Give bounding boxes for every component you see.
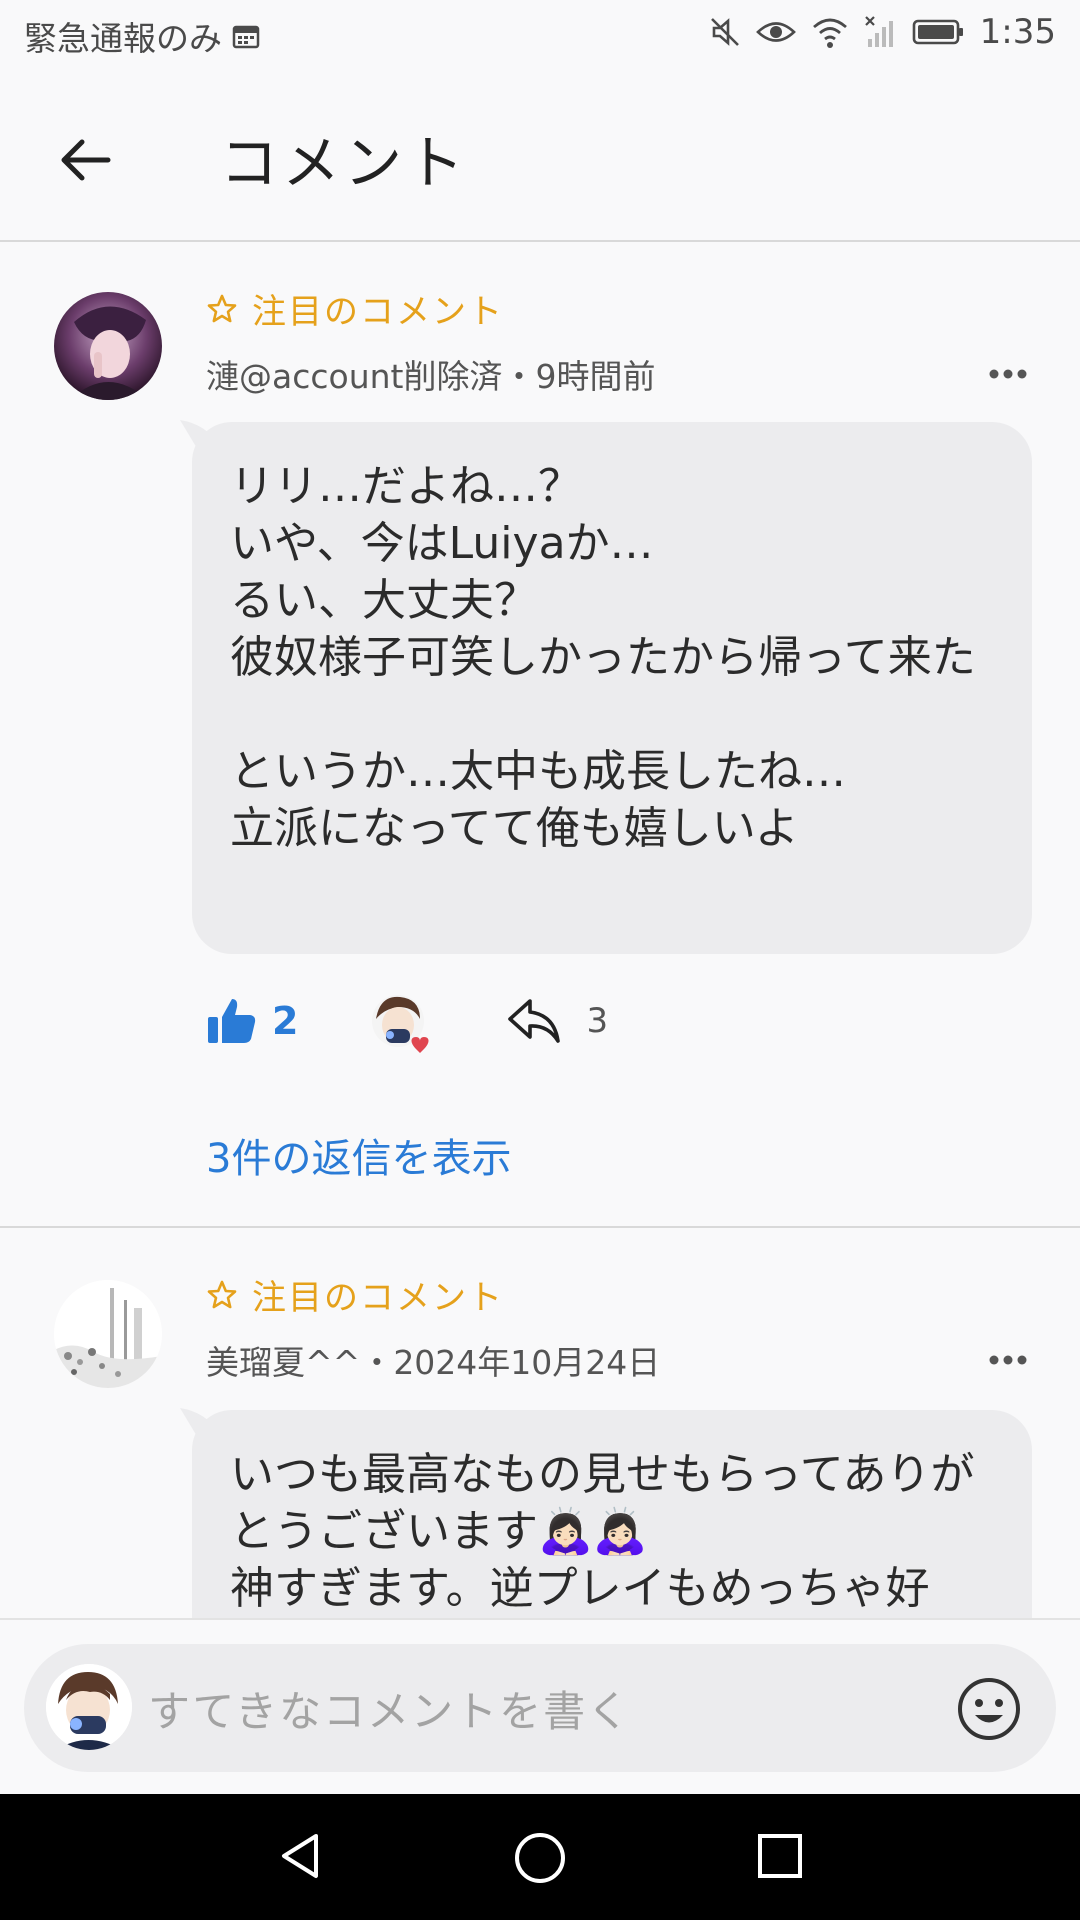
system-nav-bar <box>0 1794 1080 1920</box>
view-replies-link[interactable]: 3件の返信を表示 <box>206 1126 511 1184</box>
star-icon <box>207 1280 237 1308</box>
featured-text: 注目のコメント <box>252 1278 504 1318</box>
app-bar: コメント <box>0 74 1080 242</box>
comment-meta: 美瑠夏^^・2024年10月24日 <box>206 1336 660 1384</box>
featured-label: 注目のコメント <box>206 1270 504 1319</box>
star-icon <box>207 294 237 322</box>
status-left: 緊急通報のみ <box>24 12 260 60</box>
composer-field[interactable]: すてきなコメントを書く <box>24 1644 1056 1772</box>
carrier-text: 緊急通報のみ <box>24 19 222 58</box>
meta-separator: ・ <box>502 357 536 396</box>
wifi-icon <box>812 18 847 48</box>
battery-icon <box>912 19 963 45</box>
status-time: 1:35 <box>979 12 1056 52</box>
page-title: コメント <box>220 129 469 197</box>
smiley-icon[interactable] <box>956 1676 1022 1742</box>
more-options-icon[interactable] <box>988 366 1028 382</box>
nav-recents-icon[interactable] <box>756 1830 804 1882</box>
divider <box>0 1226 1080 1228</box>
avatar[interactable] <box>54 1280 162 1388</box>
nav-back-icon[interactable] <box>274 1830 326 1882</box>
status-bar: 緊急通報のみ 1:35 <box>0 0 1080 74</box>
thumbs-up-icon[interactable] <box>206 995 258 1047</box>
mute-icon <box>710 18 739 46</box>
meta-separator: ・ <box>360 1343 394 1382</box>
composer-placeholder: すてきなコメントを書く <box>148 1687 632 1736</box>
status-right: 1:35 <box>708 12 1056 52</box>
more-options-icon[interactable] <box>988 1352 1028 1368</box>
comment-composer: すてきなコメントを書く <box>0 1618 1080 1796</box>
comment-text: リリ…だよね…？ いや、今はLuiyaか… るい、大丈夫？ 彼奴様子可笑しかった… <box>192 422 1032 954</box>
comment-time: 9時間前 <box>535 357 656 396</box>
calendar-icon <box>232 25 260 49</box>
eye-icon <box>755 22 796 42</box>
reactor-avatar[interactable] <box>370 993 429 1053</box>
nav-home-icon[interactable] <box>512 1830 568 1886</box>
my-avatar <box>46 1664 132 1750</box>
signal-icon <box>864 16 893 47</box>
author-name[interactable]: 漣@account削除済 <box>206 357 502 396</box>
avatar[interactable] <box>54 292 162 400</box>
comment-meta: 漣@account削除済・9時間前 <box>206 350 655 398</box>
reply-icon[interactable] <box>506 995 562 1047</box>
featured-label: 注目のコメント <box>206 284 504 333</box>
reply-count: 3 <box>586 1001 609 1041</box>
featured-text: 注目のコメント <box>252 292 504 332</box>
back-arrow-icon[interactable] <box>54 128 118 192</box>
comment-actions: 2 3 <box>206 986 608 1056</box>
like-count: 2 <box>272 999 299 1043</box>
author-name[interactable]: 美瑠夏^^ <box>206 1343 360 1382</box>
comment-time: 2024年10月24日 <box>393 1343 661 1382</box>
